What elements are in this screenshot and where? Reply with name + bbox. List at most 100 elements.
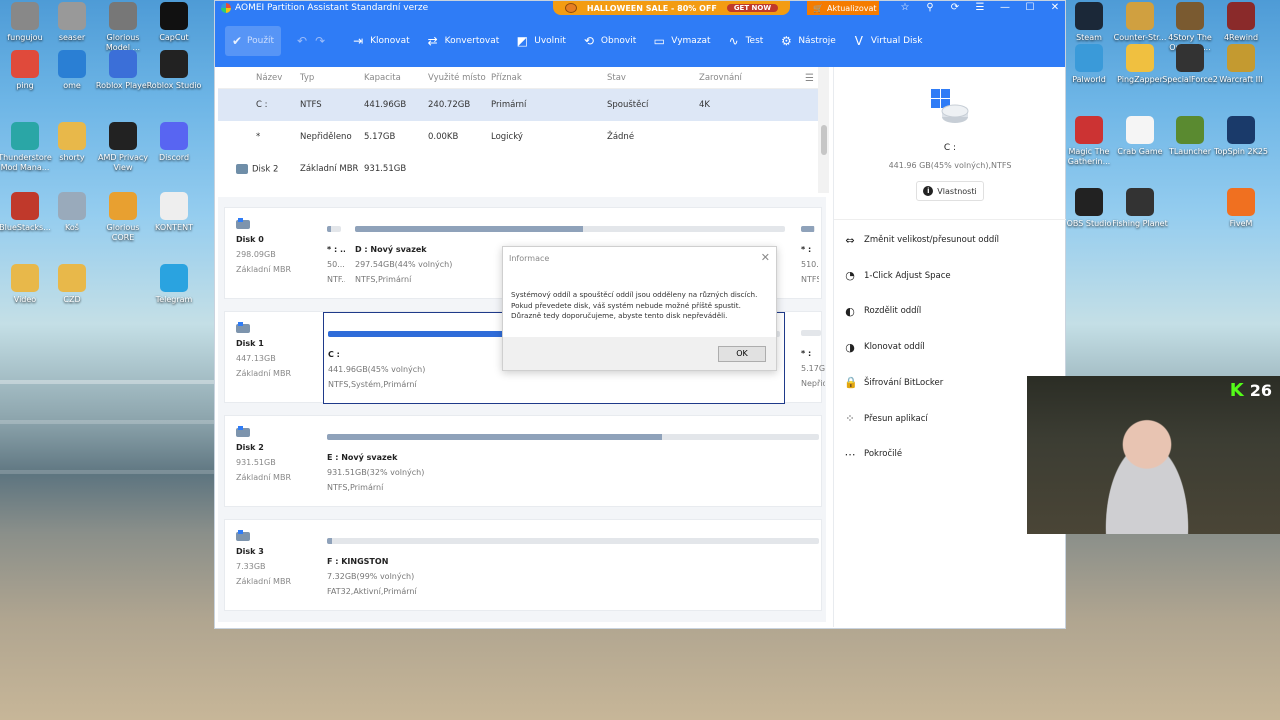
- desktop-icon[interactable]: Discord: [146, 122, 202, 163]
- action-item[interactable]: ◑ Klonovat oddíl: [844, 338, 925, 356]
- partition-block[interactable]: * : 510.00... NTFS...: [797, 208, 819, 300]
- action-item[interactable]: ⇔ Změnit velikost/přesunout oddíl: [844, 231, 999, 249]
- partition-block[interactable]: * : ... 50... NTF...: [323, 208, 345, 300]
- list-scrollbar[interactable]: [818, 67, 829, 193]
- get-now-button[interactable]: GET NOW: [726, 4, 779, 12]
- link-icon[interactable]: ⚲: [920, 1, 940, 15]
- desktop-icon[interactable]: Palworld: [1061, 44, 1117, 85]
- desktop-icon[interactable]: PingZapper: [1112, 44, 1168, 85]
- desktop-icon[interactable]: ome: [44, 50, 100, 91]
- desktop-icon[interactable]: FiveM: [1213, 188, 1269, 229]
- desktop-icon[interactable]: SpecialForce2: [1162, 44, 1218, 85]
- action-item[interactable]: ◐ Rozdělit oddíl: [844, 302, 921, 320]
- toolbar-recover-button[interactable]: ⟲ Obnovit: [574, 26, 644, 56]
- minimize-icon[interactable]: —: [995, 1, 1015, 15]
- desktop-icon[interactable]: TopSpin 2K25: [1213, 116, 1269, 157]
- desktop-icon[interactable]: Warcraft III: [1213, 44, 1269, 85]
- properties-button[interactable]: i Vlastnosti: [916, 181, 984, 201]
- desktop-icon[interactable]: OBS Studio: [1061, 188, 1117, 229]
- webcam-overlay: K 26: [1027, 376, 1280, 534]
- desktop-icon[interactable]: Roblox Player: [95, 50, 151, 91]
- undo-icon[interactable]: ↶: [293, 34, 311, 48]
- divider: [834, 219, 1066, 220]
- desktop-icon-label: Magic The Gatherin...: [1067, 147, 1111, 166]
- toolbar-convert-button[interactable]: ⇄ Konvertovat: [418, 26, 508, 56]
- disk-card[interactable]: Disk 3 7.33GB Základní MBR F : KINGSTON 7.32…: [224, 519, 822, 611]
- table-row[interactable]: Disk 2 Základní MBR 931.51GB: [218, 153, 829, 185]
- dialog-close-icon[interactable]: ✕: [761, 251, 770, 264]
- ok-button[interactable]: OK: [718, 346, 766, 362]
- desktop-icon[interactable]: Steam: [1061, 2, 1117, 43]
- usage-bar: [355, 226, 785, 232]
- toolbar-free-button[interactable]: ◩ Uvolnit: [507, 26, 574, 56]
- toolbar-label: Klonovat: [370, 36, 410, 46]
- desktop-icon[interactable]: Roblox Studio: [146, 50, 202, 91]
- col-used[interactable]: Využité místo: [428, 73, 491, 83]
- col-flag[interactable]: Příznak: [491, 73, 607, 83]
- toolbar-wipe-button[interactable]: ▭ Vymazat: [644, 26, 718, 56]
- desktop-icon[interactable]: Koš: [44, 192, 100, 233]
- desktop-icon[interactable]: TLauncher: [1162, 116, 1218, 157]
- desktop-icon[interactable]: Fishing Planet: [1112, 188, 1168, 229]
- toolbar-clone-button[interactable]: ⇥ Klonovat: [343, 26, 418, 56]
- cell-name: C :: [256, 100, 268, 110]
- promo-text: HALLOWEEN SALE - 80% OFF: [586, 3, 717, 13]
- disk-name: Disk 1: [236, 339, 264, 348]
- desktop-icon[interactable]: Glorious Model ...: [95, 2, 151, 53]
- toolbar-test-button[interactable]: ∿ Test: [719, 26, 772, 56]
- disk-name: Disk 0: [236, 235, 264, 244]
- info-icon: i: [923, 186, 934, 196]
- disk-icon: [236, 163, 248, 174]
- redo-icon[interactable]: ↷: [311, 34, 329, 48]
- app-icon: [1126, 2, 1154, 30]
- disk-card[interactable]: Disk 2 931.51GB Základní MBR E : Nový svaze…: [224, 415, 822, 507]
- action-item[interactable]: ⋯ Pokročilé: [844, 445, 903, 463]
- action-item[interactable]: 🔒 Šifrování BitLocker: [844, 374, 943, 392]
- convert-icon: ⇄: [427, 34, 438, 48]
- app-icon: [109, 192, 137, 220]
- partition-block[interactable]: F : KINGSTON 7.32GB(99% volných) FAT32,Akt…: [323, 520, 823, 612]
- desktop-icon[interactable]: Magic The Gatherin...: [1061, 116, 1117, 167]
- disk-size: 298.09GB: [236, 250, 276, 259]
- toolbar-tools-button[interactable]: ⚙ Nástroje: [771, 26, 844, 56]
- col-type[interactable]: Typ: [300, 73, 364, 83]
- col-alignment[interactable]: Zarovnání: [699, 73, 759, 83]
- menu-icon[interactable]: ☰: [970, 1, 990, 15]
- star-icon[interactable]: ☆: [895, 1, 915, 15]
- desktop-icon[interactable]: Glorious CORE: [95, 192, 151, 243]
- action-item[interactable]: ⁘ Přesun aplikací: [844, 410, 927, 428]
- desktop-icon[interactable]: Crab Game: [1112, 116, 1168, 157]
- scrollbar-thumb[interactable]: [821, 125, 827, 155]
- desktop-icon[interactable]: CapCut: [146, 2, 202, 43]
- windows-drive-icon: [931, 89, 969, 123]
- desktop-icon[interactable]: KONTENT: [146, 192, 202, 233]
- close-icon[interactable]: ✕: [1045, 1, 1065, 15]
- desktop-icon[interactable]: 4Rewind: [1213, 2, 1269, 43]
- column-settings-icon[interactable]: ☰: [805, 73, 814, 84]
- usage-bar: [327, 538, 819, 544]
- table-row[interactable]: C : NTFS 441.96GB 240.72GB Primární Spou…: [218, 89, 829, 121]
- toolbar: ✔ Použít ↶ ↷ ⇥ Klonovat ⇄ Konvertovat ◩ …: [215, 15, 1065, 67]
- maximize-icon[interactable]: ☐: [1020, 1, 1040, 15]
- halloween-promo-banner[interactable]: HALLOWEEN SALE - 80% OFF GET NOW: [553, 1, 790, 15]
- col-name[interactable]: Název: [218, 73, 300, 83]
- apply-button[interactable]: ✔ Použít: [225, 26, 281, 56]
- table-row[interactable]: * Nepřiděleno 5.17GB 0.00KB Logický Žádn…: [218, 121, 829, 153]
- partition-size: 5.17GB: [801, 364, 825, 373]
- col-status[interactable]: Stav: [607, 73, 699, 83]
- partition-block[interactable]: * : 5.17GB Nepřidě...: [797, 312, 825, 404]
- disk-info: Disk 2 931.51GB Základní MBR: [225, 416, 307, 508]
- desktop-icon[interactable]: shorty: [44, 122, 100, 163]
- desktop-icon[interactable]: Telegram: [146, 264, 202, 305]
- cell-name: *: [256, 132, 261, 142]
- partition-block[interactable]: E : Nový svazek 931.51GB(32% volných) NTFS…: [323, 416, 823, 508]
- desktop-icon[interactable]: CZD: [44, 264, 100, 305]
- action-item[interactable]: ◔ 1-Click Adjust Space: [844, 267, 950, 285]
- toolbar-virtual-disk-button[interactable]: V Virtual Disk: [844, 26, 931, 56]
- desktop-icon[interactable]: seaser: [44, 2, 100, 43]
- upgrade-button[interactable]: 🛒 Aktualizovat: [807, 1, 879, 15]
- action-label: Šifrování BitLocker: [864, 377, 944, 388]
- col-capacity[interactable]: Kapacita: [364, 73, 428, 83]
- refresh-icon[interactable]: ⟳: [945, 1, 965, 15]
- desktop-icon[interactable]: AMD Privacy View: [95, 122, 151, 173]
